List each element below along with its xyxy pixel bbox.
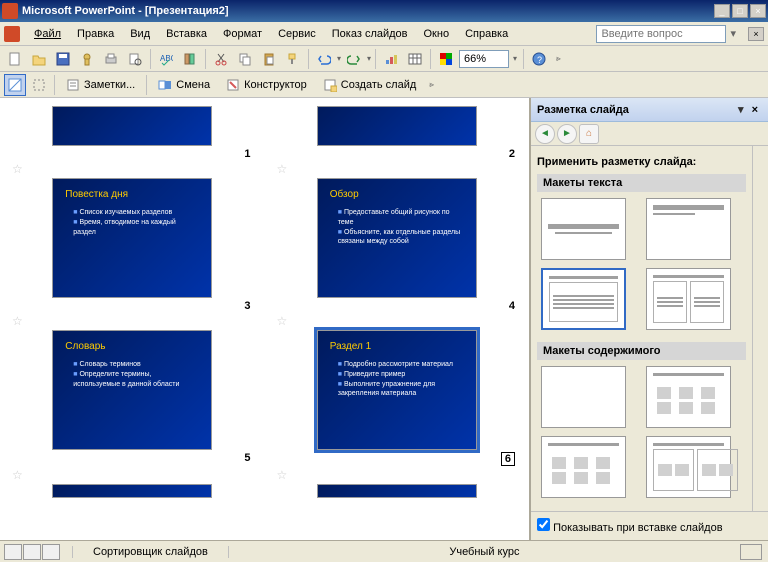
menu-edit[interactable]: Правка bbox=[69, 25, 122, 43]
doc-window-controls: × bbox=[748, 27, 764, 41]
task-pane-header: Разметка слайда ▾ × bbox=[531, 98, 768, 122]
close-button[interactable]: × bbox=[750, 4, 766, 18]
help-icon[interactable]: ? bbox=[528, 48, 550, 70]
menu-slideshow[interactable]: Показ слайдов bbox=[324, 25, 416, 43]
slide-6[interactable]: Раздел 1Подробно рассмотрите материалПри… bbox=[277, 330, 518, 466]
layout-content-2[interactable] bbox=[541, 436, 626, 498]
research-icon[interactable] bbox=[179, 48, 201, 70]
doc-close-button[interactable]: × bbox=[748, 27, 764, 41]
designer-button[interactable]: Конструктор bbox=[219, 74, 314, 96]
slide-5[interactable]: СловарьСловарь терминовОпределите термин… bbox=[12, 330, 253, 466]
normal-view-button[interactable] bbox=[4, 544, 22, 560]
animation-icon: ☆ bbox=[12, 314, 23, 328]
layout-title-slide[interactable] bbox=[541, 198, 626, 260]
print-icon[interactable] bbox=[100, 48, 122, 70]
task-pane-nav: ◄ ► ⌂ bbox=[531, 122, 768, 146]
slide-7-partial[interactable] bbox=[12, 484, 253, 498]
view-buttons bbox=[4, 544, 60, 560]
slide-3[interactable]: Повестка дняСписок изучаемых разделовВре… bbox=[12, 178, 253, 312]
menu-file[interactable]: Файл bbox=[26, 25, 69, 43]
animation-icon: ☆ bbox=[277, 468, 288, 482]
table-icon[interactable] bbox=[404, 48, 426, 70]
help-search-input[interactable] bbox=[596, 25, 726, 43]
minimize-button[interactable]: _ bbox=[714, 4, 730, 18]
layout-title-only[interactable] bbox=[646, 198, 731, 260]
maximize-button[interactable]: □ bbox=[732, 4, 748, 18]
menu-bar: Файл Правка Вид Вставка Формат Сервис По… bbox=[0, 22, 768, 46]
layout-title-content[interactable] bbox=[541, 268, 626, 330]
svg-text:ABC: ABC bbox=[160, 54, 173, 63]
slide-8-partial[interactable] bbox=[277, 484, 518, 498]
sorter-view-button[interactable] bbox=[23, 544, 41, 560]
format-painter-icon[interactable] bbox=[282, 48, 304, 70]
nav-forward-icon[interactable]: ► bbox=[557, 124, 577, 144]
copy-icon[interactable] bbox=[234, 48, 256, 70]
paste-icon[interactable] bbox=[258, 48, 280, 70]
help-dropdown-icon[interactable]: ▾ bbox=[726, 27, 740, 40]
undo-icon[interactable] bbox=[313, 48, 335, 70]
task-pane: Разметка слайда ▾ × ◄ ► ⌂ Применить разм… bbox=[530, 98, 768, 540]
animation-icon: ☆ bbox=[277, 162, 288, 176]
show-on-insert-checkbox[interactable]: Показывать при вставке слайдов bbox=[537, 522, 723, 534]
content-layouts-header: Макеты содержимого bbox=[537, 342, 746, 360]
redo-icon[interactable] bbox=[343, 48, 365, 70]
menu-tools[interactable]: Сервис bbox=[270, 25, 324, 43]
status-bar: Сортировщик слайдов Учебный курс bbox=[0, 540, 768, 562]
task-pane-close-icon[interactable]: × bbox=[748, 104, 762, 116]
layout-content[interactable] bbox=[646, 366, 731, 428]
save-icon[interactable] bbox=[52, 48, 74, 70]
nav-home-icon[interactable]: ⌂ bbox=[579, 124, 599, 144]
transition-button[interactable]: Смена bbox=[151, 74, 217, 96]
cut-icon[interactable] bbox=[210, 48, 232, 70]
layout-blank[interactable] bbox=[541, 366, 626, 428]
normal-view-icon[interactable] bbox=[4, 74, 26, 96]
task-pane-scrollbar[interactable] bbox=[752, 146, 768, 511]
menu-insert[interactable]: Вставка bbox=[158, 25, 215, 43]
task-pane-body: Применить разметку слайда: Макеты текста… bbox=[531, 146, 752, 511]
standard-toolbar: ABC ▾ ▾ 66% ▾ ? ⪢ bbox=[0, 46, 768, 72]
animation-icon: ☆ bbox=[277, 314, 288, 328]
slide-4[interactable]: ОбзорПредоставьте общий рисунок по темеО… bbox=[277, 178, 518, 312]
app-icon bbox=[2, 3, 18, 19]
color-icon[interactable] bbox=[435, 48, 457, 70]
task-pane-dropdown-icon[interactable]: ▾ bbox=[734, 103, 748, 116]
app-menu-icon[interactable] bbox=[4, 26, 20, 42]
window-title: Microsoft PowerPoint - [Презентация2] bbox=[22, 5, 714, 17]
layout-two-content[interactable] bbox=[646, 268, 731, 330]
slide-sorter[interactable]: ☆ 1 ☆ 2 Повестка дняСписок изучаемых раз… bbox=[0, 98, 530, 540]
text-layouts-header: Макеты текста bbox=[537, 174, 746, 192]
title-bar: Microsoft PowerPoint - [Презентация2] _ … bbox=[0, 0, 768, 22]
outline-toolbar: Заметки... Смена Конструктор Создать сла… bbox=[0, 72, 768, 98]
status-mode: Сортировщик слайдов bbox=[72, 546, 228, 558]
new-slide-button[interactable]: Создать слайд bbox=[316, 74, 423, 96]
menu-window[interactable]: Окно bbox=[416, 25, 458, 43]
apply-layout-label: Применить разметку слайда: bbox=[537, 156, 746, 168]
chart-icon[interactable] bbox=[380, 48, 402, 70]
animation-icon: ☆ bbox=[12, 468, 23, 482]
menu-format[interactable]: Формат bbox=[215, 25, 270, 43]
nav-back-icon[interactable]: ◄ bbox=[535, 124, 555, 144]
main-area: ☆ 1 ☆ 2 Повестка дняСписок изучаемых раз… bbox=[0, 98, 768, 540]
selection-icon[interactable] bbox=[28, 74, 50, 96]
permissions-icon[interactable] bbox=[76, 48, 98, 70]
window-controls: _ □ × bbox=[714, 4, 766, 18]
notes-button[interactable]: Заметки... bbox=[59, 74, 142, 96]
task-pane-title: Разметка слайда bbox=[537, 104, 629, 116]
slideshow-view-button[interactable] bbox=[42, 544, 60, 560]
new-icon[interactable] bbox=[4, 48, 26, 70]
menu-help[interactable]: Справка bbox=[457, 25, 516, 43]
menu-view[interactable]: Вид bbox=[122, 25, 158, 43]
zoom-input[interactable]: 66% bbox=[459, 50, 509, 68]
open-icon[interactable] bbox=[28, 48, 50, 70]
layout-two-content-2[interactable] bbox=[646, 436, 731, 498]
animation-icon: ☆ bbox=[12, 162, 23, 176]
spelling-icon[interactable]: ABC bbox=[155, 48, 177, 70]
slide-2[interactable]: ☆ 2 bbox=[277, 106, 518, 160]
svg-text:?: ? bbox=[537, 55, 542, 65]
slide-1[interactable]: ☆ 1 bbox=[12, 106, 253, 160]
status-template: Учебный курс bbox=[228, 546, 740, 558]
status-language-icon[interactable] bbox=[740, 544, 762, 560]
print-preview-icon[interactable] bbox=[124, 48, 146, 70]
